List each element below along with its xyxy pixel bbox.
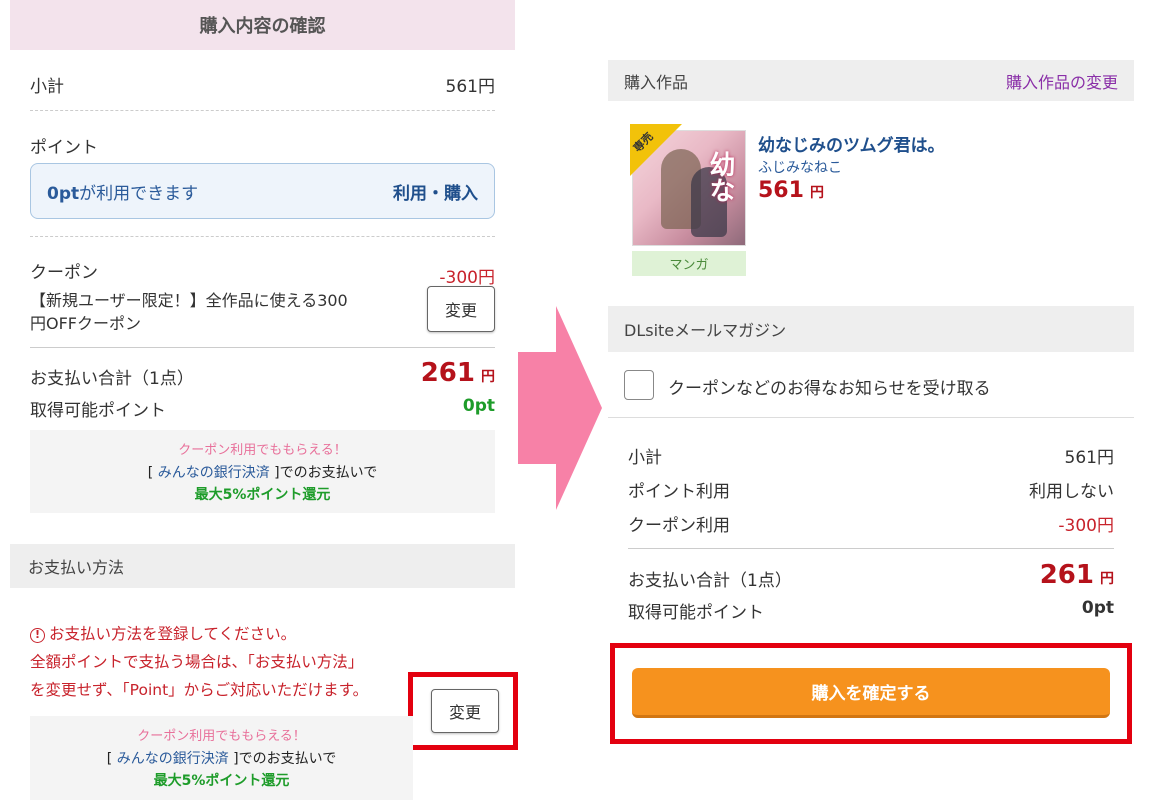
product-price: 561 円 bbox=[758, 178, 824, 203]
change-works-link[interactable]: 購入作品の変更 bbox=[1006, 69, 1118, 93]
promo-banner[interactable]: クーポン利用でももらえる！ [ みんなの銀行決済 ]でのお支払いで 最大5%ポイ… bbox=[30, 716, 413, 800]
confirm-purchase-button[interactable]: 購入を確定する bbox=[632, 668, 1110, 718]
product-title[interactable]: 幼なじみのツムグ君は。 bbox=[758, 131, 945, 156]
divider bbox=[30, 236, 495, 237]
point-use-row: ポイント利用 利用しない bbox=[628, 482, 1114, 502]
subtotal-row: 小計 561円 bbox=[628, 448, 1114, 468]
subtotal-label: 小計 bbox=[30, 77, 64, 97]
cover-title: 幼な bbox=[705, 151, 735, 203]
promo-body: [ みんなの銀行決済 ]でのお支払いで bbox=[106, 751, 337, 767]
payment-method-section-header: お支払い方法 bbox=[10, 544, 515, 588]
payment-warning: ! お支払い方法を登録してください。 全額ポイントで支払う場合は、「お支払い方法」… bbox=[30, 625, 369, 699]
total-amount: 261 円 bbox=[1039, 560, 1114, 590]
works-section-header: 購入作品 購入作品の変更 bbox=[608, 60, 1134, 101]
purchase-summary-panel: 購入作品 購入作品の変更 幼な 専売 マンガ 幼なじみのツムグ君は。 ふじみなね… bbox=[608, 0, 1134, 800]
purchase-confirm-panel: 購入内容の確認 小計 561円 ポイント 0ptが利用できます 利用・購入 クー… bbox=[10, 0, 518, 800]
coupon-change-button[interactable]: 変更 bbox=[427, 286, 495, 332]
coupon-description: 【新規ユーザー限定！】全作品に使える300 円OFFクーポン bbox=[30, 291, 348, 333]
promo-headline: クーポン利用でももらえる！ bbox=[137, 729, 306, 744]
subtotal-row: 小計 561円 bbox=[30, 72, 495, 97]
works-section-title: 購入作品 bbox=[624, 72, 689, 92]
point-label: ポイント bbox=[30, 138, 98, 158]
coupon-value: -300円 bbox=[439, 268, 495, 288]
genre-tag: マンガ bbox=[632, 251, 746, 276]
promo-body: [ みんなの銀行決済 ]でのお支払いで bbox=[147, 465, 378, 481]
subtotal-value: 561円 bbox=[445, 77, 495, 97]
divider bbox=[608, 417, 1134, 418]
product-author[interactable]: ふじみなねこ bbox=[758, 157, 842, 177]
point-use-link[interactable]: 利用・購入 bbox=[393, 179, 478, 204]
promo-bonus: 最大5%ポイント還元 bbox=[194, 487, 331, 503]
total-amount: 261 円 bbox=[420, 358, 495, 388]
newsletter-checkbox[interactable] bbox=[624, 370, 654, 400]
point-available: 0ptが利用できます bbox=[47, 183, 199, 204]
divider bbox=[628, 548, 1114, 549]
promo-headline: クーポン利用でももらえる！ bbox=[178, 443, 347, 458]
divider bbox=[30, 347, 495, 348]
newsletter-checkbox-label[interactable]: クーポンなどのお得なお知らせを受け取る bbox=[668, 374, 991, 399]
mail-magazine-section-header: DLsiteメールマガジン bbox=[608, 306, 1134, 352]
point-use-box[interactable]: 0ptが利用できます 利用・購入 bbox=[30, 163, 495, 219]
earn-value: 0pt bbox=[1081, 598, 1114, 618]
promo-banner[interactable]: クーポン利用でももらえる！ [ みんなの銀行決済 ]でのお支払いで 最大5%ポイ… bbox=[30, 430, 495, 513]
divider bbox=[30, 110, 495, 111]
page-title: 購入内容の確認 bbox=[10, 0, 515, 50]
arrow-right-icon bbox=[518, 306, 602, 510]
alert-icon: ! bbox=[30, 628, 45, 643]
promo-bonus: 最大5%ポイント還元 bbox=[153, 773, 290, 789]
earn-value: 0pt bbox=[462, 396, 495, 416]
coupon-use-row: クーポン利用 -300円 bbox=[628, 516, 1114, 536]
payment-change-button[interactable]: 変更 bbox=[431, 689, 499, 733]
